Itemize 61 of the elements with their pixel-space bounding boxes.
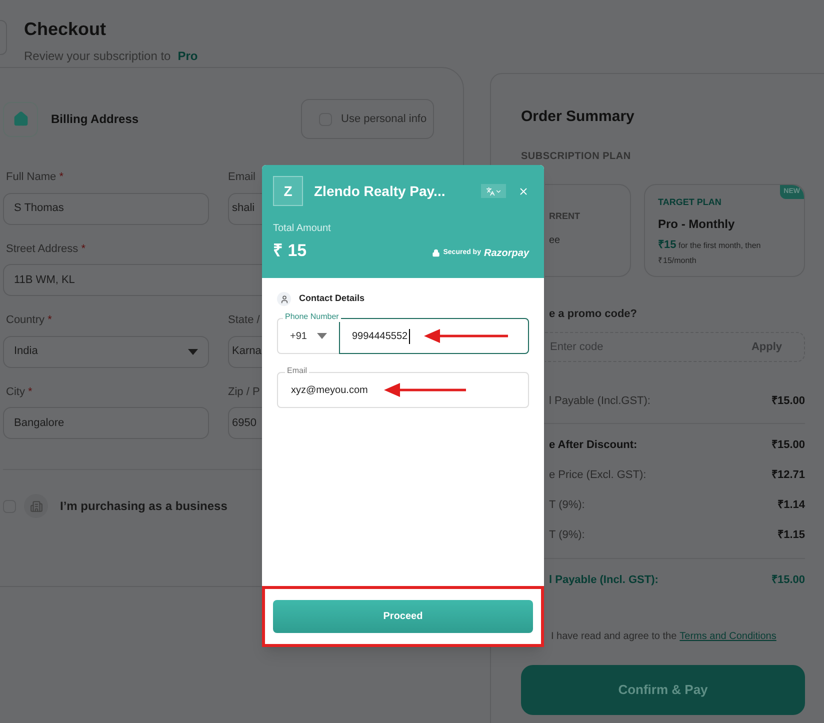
home-icon xyxy=(3,102,38,136)
user-icon xyxy=(277,292,291,306)
field-label: Country * xyxy=(5,313,53,328)
email-input[interactable]: xyz@meyou.com xyxy=(277,372,529,408)
use-personal-info-button[interactable]: Use personal info xyxy=(301,99,434,139)
email-label: Email xyxy=(285,366,310,376)
summary-value: ₹15.00 xyxy=(771,394,805,409)
field-label: City * xyxy=(5,384,34,400)
field-label: Zip / P xyxy=(228,384,261,400)
summary-value: ₹1.15 xyxy=(778,528,805,543)
summary-label: l Payable (Incl. GST): xyxy=(549,572,658,588)
field-label: Full Name * xyxy=(5,170,64,185)
field-label: Email xyxy=(228,170,257,185)
summary-label: T (9%): xyxy=(549,528,585,543)
plan-tag: RRENT xyxy=(549,210,630,223)
summary-value: ₹15.00 xyxy=(771,438,805,453)
field-label: Street Address * xyxy=(5,242,86,256)
plan-name: ee xyxy=(549,234,562,248)
section-heading: SUBSCRIPTION PLAN xyxy=(521,150,632,164)
summary-value: ₹15.00 xyxy=(771,572,805,588)
input-field[interactable]: 11B WM, KL xyxy=(3,264,263,296)
summary-label: T (9%): xyxy=(549,498,585,513)
total-amount: ₹ 15 xyxy=(273,240,307,262)
plan-name: Pro - Monthly xyxy=(658,216,736,233)
business-label: I’m purchasing as a business xyxy=(60,498,228,515)
merchant-name: Zlendo Realty Pay... xyxy=(314,182,446,201)
promo-question: e a promo code? xyxy=(549,306,638,322)
summary-title: Order Summary xyxy=(521,107,636,127)
merchant-logo: Z xyxy=(273,176,303,206)
page-title: Checkout xyxy=(24,18,108,41)
plan-name: Pro xyxy=(178,48,198,65)
terms-link[interactable]: Terms and Conditions xyxy=(680,629,776,644)
page-subtitle: Review your subscription to xyxy=(24,48,171,65)
summary-value: ₹1.14 xyxy=(778,498,805,513)
section-title: Billing Address xyxy=(51,111,139,128)
summary-label: e Price (Excl. GST): xyxy=(549,468,646,483)
confirm-pay-button[interactable]: Confirm & Pay xyxy=(521,665,805,715)
input-field[interactable]: Karna xyxy=(228,336,263,368)
razorpay-logo: Razorpay xyxy=(484,246,529,260)
lock-icon xyxy=(432,249,440,257)
section-title: Contact Details xyxy=(299,292,365,306)
close-icon[interactable] xyxy=(518,186,529,196)
caret-icon xyxy=(317,333,327,339)
total-label: Total Amount xyxy=(273,222,332,236)
phone-label: Phone Number xyxy=(283,312,341,322)
input-field[interactable]: S Thomas xyxy=(3,192,209,224)
proceed-button[interactable]: Proceed xyxy=(273,600,533,633)
field-label: State / xyxy=(228,313,261,328)
input-field[interactable]: Bangalore xyxy=(3,407,209,439)
input-field[interactable]: shali xyxy=(228,192,263,224)
summary-value: ₹12.71 xyxy=(771,468,805,483)
input-field[interactable]: 6950 xyxy=(228,407,263,439)
building-icon xyxy=(24,494,48,518)
summary-label: l Payable (Incl.GST): xyxy=(549,394,650,409)
phone-input[interactable]: 9994445552 xyxy=(339,318,529,354)
country-select[interactable]: India xyxy=(3,336,209,368)
language-icon[interactable] xyxy=(481,184,506,198)
plan-price: ₹15 for the first month, then ₹15/month xyxy=(658,238,762,267)
terms-text: I have read and agree to the xyxy=(551,630,677,644)
caret-icon xyxy=(188,348,198,354)
summary-label: e After Discount: xyxy=(549,438,638,453)
